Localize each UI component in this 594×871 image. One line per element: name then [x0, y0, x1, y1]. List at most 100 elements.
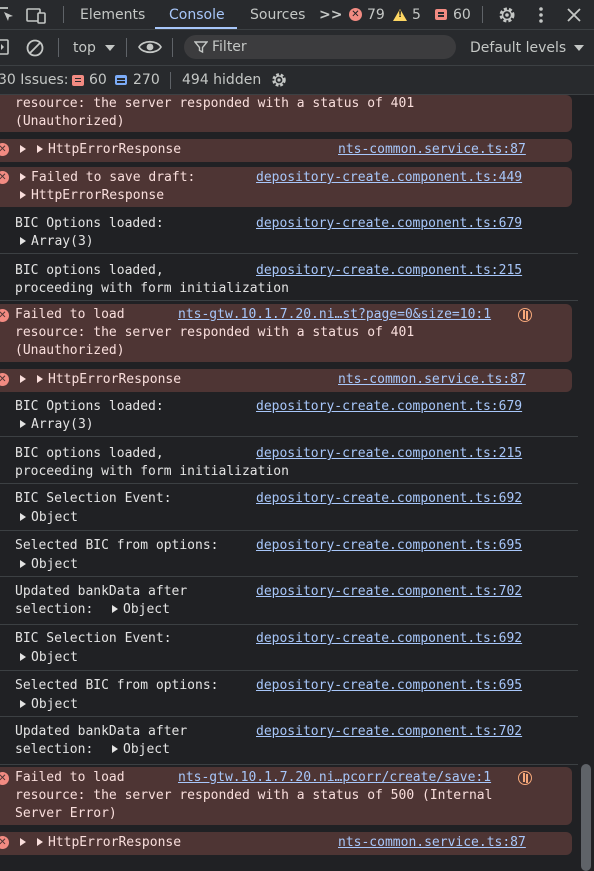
console-log-message: BIC options loaded, proceeding with form…	[0, 259, 578, 301]
console-error-message[interactable]: ✕ Failed to load resource: the server re…	[0, 304, 572, 362]
context-selector[interactable]: top	[73, 30, 115, 65]
device-toolbar-icon[interactable]	[26, 0, 48, 29]
expand-caret[interactable]	[20, 141, 31, 159]
close-icon[interactable]	[566, 0, 582, 29]
console-error-message[interactable]: ✕ HttpErrorResponse nts-common.service.t…	[0, 832, 572, 855]
kebab-menu-icon[interactable]	[536, 0, 546, 29]
issues-label[interactable]: 30 Issues:	[0, 66, 68, 94]
source-link[interactable]: depository-create.component.ts:695	[256, 537, 522, 555]
source-link[interactable]: depository-create.component.ts:449	[256, 169, 522, 187]
console-error-message[interactable]: ✕ HttpErrorResponse nts-common.service.t…	[0, 139, 572, 162]
message-text: BIC options loaded,	[15, 446, 164, 461]
console-error-message[interactable]: ✕ Failed to load resource: the server re…	[0, 767, 572, 825]
message-object[interactable]: HttpErrorResponse	[20, 187, 164, 205]
tab-sources[interactable]: Sources	[250, 0, 305, 29]
issues-info-badge[interactable]: 270	[115, 66, 160, 94]
source-link[interactable]: depository-create.component.ts:702	[256, 723, 522, 741]
message-text: BIC options loaded,	[15, 263, 164, 278]
message-text[interactable]: HttpErrorResponse	[37, 371, 181, 389]
console-log-message: Selected BIC from options: Object deposi…	[0, 534, 578, 577]
inspect-element-icon[interactable]	[0, 0, 16, 29]
message-text: proceeding with form initialization	[15, 281, 289, 296]
console-log-message: BIC Selection Event: Object depository-c…	[0, 627, 578, 671]
source-link[interactable]: nts-gtw.10.1.7.20.ni…pcorr/create/save:1	[178, 769, 491, 787]
tab-elements[interactable]: Elements	[80, 0, 145, 29]
message-text: Updated bankData after	[15, 724, 188, 739]
issues-counter[interactable]: 60	[435, 0, 471, 29]
console-scrollbar[interactable]	[578, 95, 594, 871]
message-text: Failed to load	[15, 307, 125, 322]
console-log-message: BIC Options loaded: Array(3) depository-…	[0, 395, 578, 437]
warning-count: 5	[412, 6, 421, 23]
source-link[interactable]: depository-create.component.ts:215	[256, 262, 522, 280]
message-object[interactable]: Object	[20, 509, 78, 527]
active-tab-indicator	[155, 27, 237, 29]
log-levels-dropdown[interactable]: Default levels	[470, 30, 585, 65]
issues-flag-icon	[435, 9, 447, 20]
source-link[interactable]: nts-common.service.ts:87	[338, 141, 526, 159]
log-levels-label: Default levels	[470, 39, 567, 56]
filter-placeholder: Filter	[212, 39, 247, 55]
message-object[interactable]: Object	[20, 556, 78, 574]
message-text: BIC Options loaded:	[15, 216, 164, 231]
issues-error-badge[interactable]: 60	[72, 66, 107, 94]
message-text: Selected BIC from options:	[15, 538, 219, 553]
error-counter[interactable]: ✕ 79	[349, 0, 385, 29]
console-error-message[interactable]: resource: the server responded with a st…	[0, 95, 572, 132]
source-link[interactable]: depository-create.component.ts:692	[256, 630, 522, 648]
source-link[interactable]: depository-create.component.ts:215	[256, 445, 522, 463]
message-text[interactable]: HttpErrorResponse	[37, 834, 181, 852]
source-link[interactable]: nts-common.service.ts:87	[338, 371, 526, 389]
info-message-icon	[115, 75, 127, 85]
message-object[interactable]: Array(3)	[20, 233, 94, 251]
toolbar-separator	[58, 38, 59, 57]
network-request-icon[interactable]	[518, 308, 532, 322]
message-object[interactable]: Array(3)	[20, 416, 94, 434]
message-text: proceeding with form initialization	[15, 464, 289, 479]
message-text: selection:	[15, 742, 94, 757]
message-text[interactable]: Failed to save draft:	[20, 169, 195, 187]
live-expression-eye-icon[interactable]	[138, 38, 162, 60]
source-link[interactable]: nts-gtw.10.1.7.20.ni…st?page=0&size=10:1	[178, 306, 491, 324]
source-link[interactable]: depository-create.component.ts:695	[256, 677, 522, 695]
message-text: Updated bankData after	[15, 584, 188, 599]
tab-separator	[482, 6, 483, 23]
warning-icon	[393, 8, 407, 21]
tab-console[interactable]: Console	[169, 0, 225, 29]
expand-caret[interactable]	[20, 371, 31, 389]
error-icon: ✕	[0, 836, 9, 849]
scrollbar-thumb[interactable]	[581, 764, 591, 871]
message-object[interactable]: Object	[20, 696, 78, 714]
source-link[interactable]: depository-create.component.ts:692	[256, 490, 522, 508]
console-settings-gear-icon[interactable]	[270, 66, 288, 94]
console-error-message[interactable]: ✕ HttpErrorResponse nts-common.service.t…	[0, 369, 572, 392]
expand-caret[interactable]	[20, 834, 31, 852]
console-error-message[interactable]: ✕ Failed to save draft: HttpErrorRespons…	[0, 167, 572, 207]
settings-gear-icon[interactable]	[497, 0, 517, 29]
error-icon: ✕	[0, 772, 9, 785]
console-log-message: Updated bankData after selection: Object…	[0, 720, 578, 765]
error-icon: ✕	[0, 143, 9, 156]
error-icon: ✕	[349, 8, 362, 21]
message-object[interactable]: Object	[112, 601, 170, 619]
clear-console-icon[interactable]	[25, 38, 45, 62]
message-text: (Unauthorized)	[15, 114, 125, 129]
source-link[interactable]: nts-common.service.ts:87	[338, 834, 526, 852]
console-toolbar: top Filter Default levels	[0, 30, 594, 66]
filter-funnel-icon	[194, 41, 208, 54]
message-object[interactable]: Object	[112, 741, 170, 759]
warning-counter[interactable]: 5	[393, 0, 421, 29]
source-link[interactable]: depository-create.component.ts:679	[256, 215, 522, 233]
error-count: 79	[367, 6, 385, 23]
message-text[interactable]: HttpErrorResponse	[37, 141, 181, 159]
message-text: BIC Options loaded:	[15, 399, 164, 414]
message-object[interactable]: Object	[20, 649, 78, 667]
network-request-icon[interactable]	[518, 771, 532, 785]
toolbar-separator	[126, 38, 127, 57]
sidebar-toggle-icon[interactable]	[0, 39, 10, 59]
source-link[interactable]: depository-create.component.ts:702	[256, 583, 522, 601]
filter-input[interactable]: Filter	[184, 35, 456, 59]
source-link[interactable]: depository-create.component.ts:679	[256, 398, 522, 416]
issues-error-count: 60	[89, 72, 107, 88]
more-tabs-icon[interactable]: >>	[319, 0, 342, 29]
